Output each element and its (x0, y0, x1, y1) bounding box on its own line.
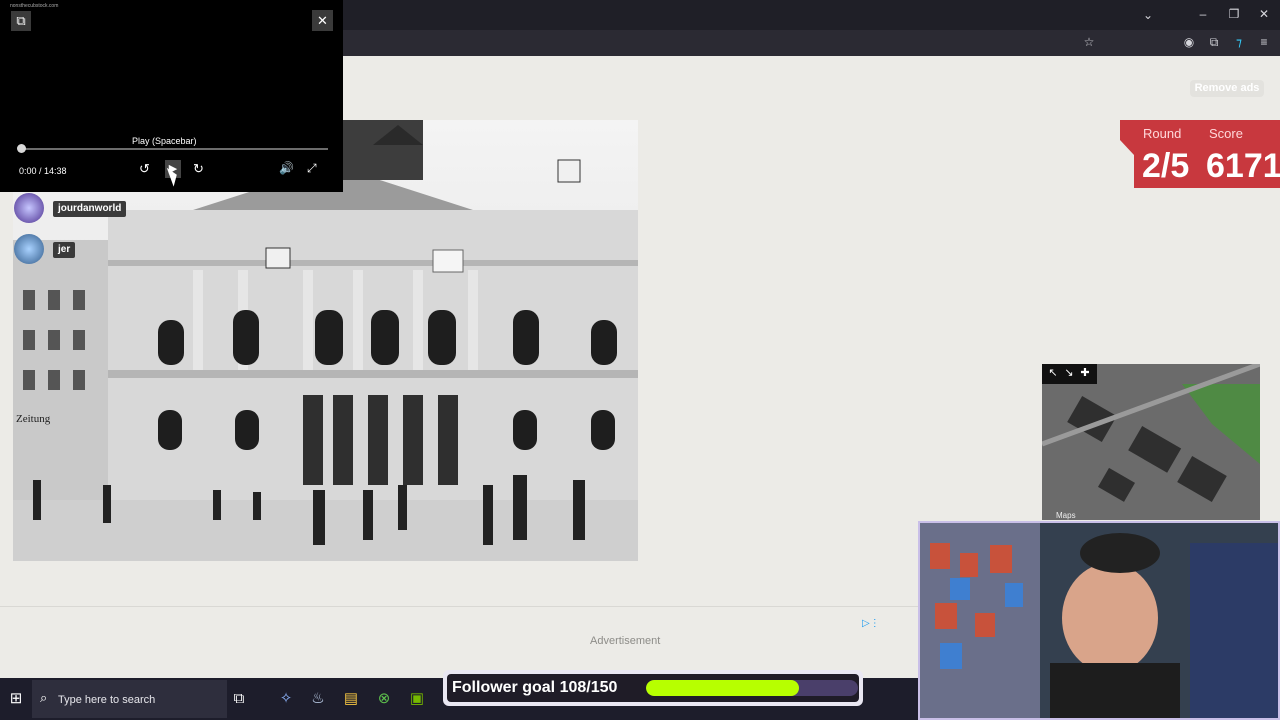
player-name: jer (53, 242, 76, 258)
score-label: Score (1209, 126, 1243, 141)
shrink-map-icon[interactable]: ↘ (1061, 364, 1077, 382)
back-to-tab-icon[interactable]: ⧉ (11, 11, 31, 31)
progress-handle[interactable] (17, 144, 26, 153)
tab-list-chevron-icon[interactable]: ⌄ (1140, 8, 1156, 22)
follower-goal-fill (646, 680, 799, 696)
player-url: nonsthecubstock.com (10, 3, 59, 9)
close-window-button[interactable]: ✕ (1256, 7, 1272, 21)
forward-icon[interactable]: ↻ (193, 161, 204, 177)
round-value: 2/5 (1142, 147, 1190, 185)
guess-minimap[interactable]: Maps (1042, 364, 1260, 520)
task-view-icon[interactable]: ⧉ (229, 689, 249, 709)
play-tooltip: Play (Spacebar) (132, 136, 197, 146)
round-label: Round (1143, 126, 1182, 141)
pin-map-icon[interactable]: ✚ (1077, 364, 1093, 382)
minimap-tools: ↖ ↘ ✚ (1042, 364, 1097, 384)
volume-icon[interactable]: 🔊 (279, 161, 294, 175)
remove-ads-button[interactable]: Remove ads (1190, 80, 1264, 97)
time-display: 0:00 / 14:38 (19, 166, 67, 176)
satellite-map: Maps (1042, 364, 1260, 520)
fullscreen-icon[interactable]: ⤢ (307, 161, 317, 176)
taskbar-search-placeholder: Type here to search (58, 694, 156, 706)
map-watermark: Maps (1056, 511, 1076, 520)
menu-icon[interactable]: ≡ (1256, 35, 1272, 49)
restore-button[interactable]: ❐ (1226, 7, 1242, 21)
video-player-popup[interactable]: nonsthecubstock.com ⧉ ✕ Play (Spacebar) … (0, 0, 343, 192)
ad-choices-icon[interactable]: ▷⋮ (862, 618, 880, 629)
xbox-icon[interactable]: ⊗ (374, 689, 394, 709)
nvidia-icon[interactable]: ▣ (407, 689, 427, 709)
expand-map-icon[interactable]: ↖ (1045, 364, 1061, 382)
minimize-button[interactable]: – (1195, 7, 1211, 21)
file-explorer-icon[interactable]: ▤ (341, 689, 361, 709)
score-panel: Round Score 2/5 6171 (1120, 120, 1280, 188)
copilot-icon[interactable]: ✧ (276, 689, 296, 709)
account-icon[interactable]: ◉ (1181, 35, 1197, 49)
webcam-overlay (918, 521, 1280, 720)
avatar (14, 193, 44, 223)
score-value: 6171 (1206, 147, 1280, 185)
steam-icon[interactable]: ♨ (308, 689, 328, 709)
rewind-icon[interactable]: ↺ (139, 161, 150, 177)
follower-goal-text: Follower goal 108/150 (452, 679, 618, 696)
progress-bar[interactable] (22, 148, 328, 150)
search-icon: ⌕ (40, 690, 48, 705)
extension-app-icon[interactable]: ⁊ (1231, 35, 1247, 49)
close-player-button[interactable]: ✕ (312, 10, 333, 31)
follower-goal-bar (646, 680, 858, 696)
avatar (14, 234, 44, 264)
newspaper-sign: Zeitung (16, 413, 51, 425)
bookmark-star-icon[interactable]: ☆ (1081, 35, 1097, 49)
streamer-webcam-image (920, 523, 1278, 718)
player-name: jourdanworld (53, 201, 127, 217)
advertisement-label: Advertisement (590, 635, 661, 647)
extensions-icon[interactable]: ⧉ (1206, 35, 1222, 49)
windows-start-icon[interactable]: ⊞ (6, 689, 26, 709)
